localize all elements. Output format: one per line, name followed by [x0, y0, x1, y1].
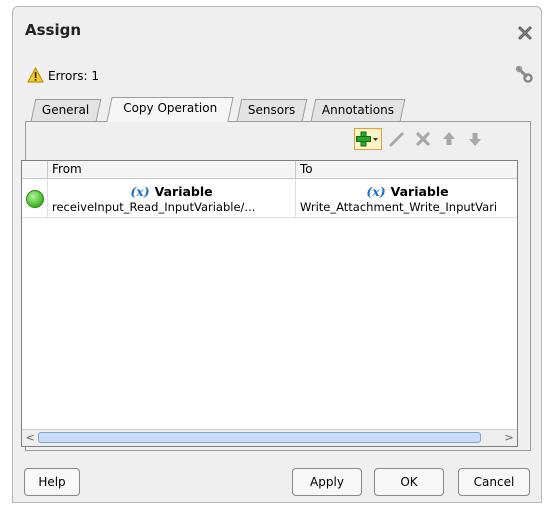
scroll-right-icon[interactable]: > — [501, 430, 517, 446]
pencil-icon[interactable] — [386, 128, 408, 150]
add-with-dropdown-icon[interactable] — [354, 128, 382, 150]
status-ok-icon — [25, 190, 45, 212]
table-row[interactable]: (x) Variable receiveInput_Read_InputVaria… — [22, 179, 517, 218]
copy-rules-toolbar — [354, 126, 486, 152]
to-type: Variable — [390, 184, 449, 199]
from-value: receiveInput_Read_InputVariable/... — [52, 200, 256, 214]
from-type: Variable — [154, 184, 213, 199]
status-cell — [22, 179, 48, 217]
to-column-header[interactable]: To — [296, 161, 517, 179]
warning-icon — [27, 66, 44, 86]
tab-copy-operation[interactable]: Copy Operation — [106, 97, 234, 122]
tab-annotations[interactable]: Annotations — [310, 99, 406, 121]
dialog-title: Assign — [25, 21, 82, 39]
close-icon[interactable] — [517, 25, 533, 41]
scroll-left-icon[interactable]: < — [22, 430, 38, 446]
copy-rules-table: From To (x) Variable receiveInput_Read_In… — [21, 160, 518, 447]
scrollbar-thumb[interactable] — [38, 432, 481, 443]
tab-general[interactable]: General — [30, 99, 102, 121]
variable-icon: (x) — [130, 184, 150, 199]
errors-indicator[interactable]: Errors: 1 — [27, 66, 99, 86]
status-column-header — [22, 161, 48, 179]
arrow-down-icon[interactable] — [464, 128, 486, 150]
errors-label: Errors: 1 — [48, 69, 99, 83]
help-button[interactable]: Help — [24, 468, 80, 496]
ok-button[interactable]: OK — [374, 468, 444, 496]
to-value: Write_Attachment_Write_InputVari — [300, 200, 498, 214]
delete-x-icon[interactable] — [412, 128, 434, 150]
variable-icon: (x) — [366, 184, 386, 199]
to-cell[interactable]: (x) Variable Write_Attachment_Write_Input… — [296, 179, 517, 217]
wrench-icon[interactable] — [515, 65, 533, 83]
from-cell[interactable]: (x) Variable receiveInput_Read_InputVaria… — [48, 179, 296, 217]
from-column-header[interactable]: From — [48, 161, 296, 179]
arrow-up-icon[interactable] — [438, 128, 460, 150]
apply-button[interactable]: Apply — [292, 468, 362, 496]
horizontal-scrollbar[interactable]: < > — [22, 429, 517, 446]
tab-sensors[interactable]: Sensors — [236, 99, 308, 121]
cancel-button[interactable]: Cancel — [458, 468, 530, 496]
